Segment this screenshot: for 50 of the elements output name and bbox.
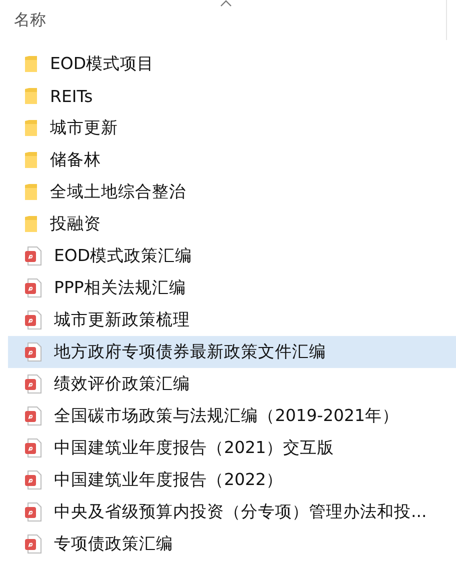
folder-icon [24,119,38,137]
file-row[interactable]: PPP相关法规汇编 [8,272,456,304]
pdf-file-icon [24,278,42,298]
file-name: 储备林 [50,149,101,171]
file-name: 投融资 [50,213,101,235]
file-row[interactable]: REITs [8,80,456,112]
file-row[interactable]: 中国建筑业年度报告（2022） [8,464,456,496]
pdf-file-icon [24,438,42,458]
file-name: PPP相关法规汇编 [54,277,186,299]
file-name: REITs [50,86,93,106]
file-name: EOD模式项目 [50,53,154,75]
file-row[interactable]: 专项债政策汇编 [8,528,456,560]
file-name: 中国建筑业年度报告（2021）交互版 [54,437,334,459]
file-row[interactable]: 全国碳市场政策与法规汇编（2019-2021年） [8,400,456,432]
folder-icon [24,215,38,233]
sort-up-icon[interactable] [220,0,232,7]
pdf-file-icon [24,246,42,266]
file-row[interactable]: 城市更新 [8,112,456,144]
file-name: EOD模式政策汇编 [54,245,192,267]
file-name: 中央及省级预算内投资（分专项）管理办法和投... [54,501,427,523]
pdf-file-icon [24,534,42,554]
folder-icon [24,55,38,73]
file-row[interactable]: 绩效评价政策汇编 [8,368,456,400]
file-row[interactable]: EOD模式项目 [8,48,456,80]
pdf-file-icon [24,406,42,426]
pdf-file-icon [24,374,42,394]
file-name: 地方政府专项债券最新政策文件汇编 [54,341,326,363]
file-row[interactable]: 储备林 [8,144,456,176]
column-header[interactable]: 名称 [14,10,46,30]
pdf-file-icon [24,310,42,330]
pdf-file-icon [24,502,42,522]
file-name: 城市更新 [50,117,118,139]
file-name: 全国碳市场政策与法规汇编（2019-2021年） [54,405,399,427]
folder-icon [24,87,38,105]
file-row[interactable]: EOD模式政策汇编 [8,240,456,272]
folder-icon [24,183,38,201]
pdf-file-icon [24,342,42,362]
file-row[interactable]: 城市更新政策梳理 [8,304,456,336]
folder-icon [24,151,38,169]
file-row[interactable]: 全域土地综合整治 [8,176,456,208]
file-name: 中国建筑业年度报告（2022） [54,469,283,491]
file-name: 专项债政策汇编 [54,533,173,555]
file-row[interactable]: 中国建筑业年度报告（2021）交互版 [8,432,456,464]
file-name: 城市更新政策梳理 [54,309,190,331]
file-row[interactable]: 地方政府专项债券最新政策文件汇编 [8,336,456,368]
pdf-file-icon [24,470,42,490]
file-name: 绩效评价政策汇编 [54,373,190,395]
file-row[interactable]: 中央及省级预算内投资（分专项）管理办法和投... [8,496,456,528]
file-name: 全域土地综合整治 [50,181,186,203]
file-row[interactable]: 投融资 [8,208,456,240]
